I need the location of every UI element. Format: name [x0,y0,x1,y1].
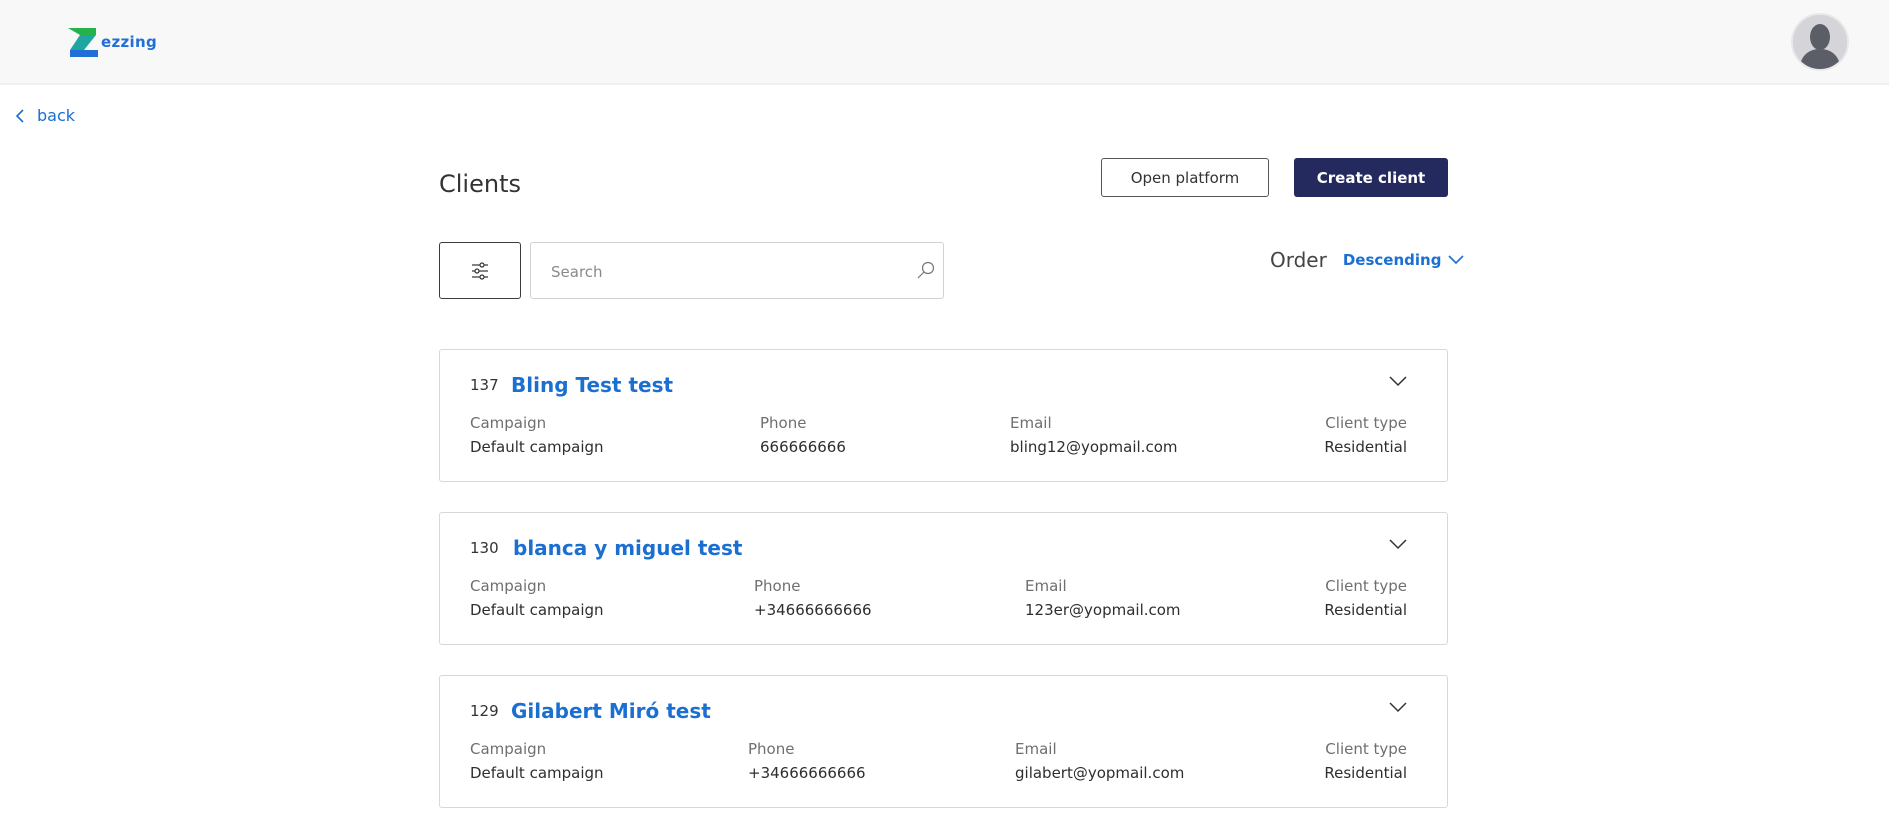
email-label: Email [1025,577,1067,595]
phone-label: Phone [748,740,795,758]
client-type-label: Client type [1325,414,1407,432]
campaign-field: Campaign Default campaign [470,577,604,619]
client-card[interactable]: 129 Gilabert Miró test Campaign Default … [439,675,1448,808]
search-input[interactable] [551,261,891,283]
ezzing-logo[interactable]: ezzing [66,26,157,58]
open-platform-button[interactable]: Open platform [1101,158,1269,197]
order-label: Order [1270,248,1327,272]
email-label: Email [1010,414,1052,432]
ezzing-logo-icon [68,28,98,57]
email-value: gilabert@yopmail.com [1015,764,1185,782]
page-title: Clients [439,170,521,198]
campaign-field: Campaign Default campaign [470,414,604,456]
client-type-field: Client type Residential [1324,577,1407,619]
campaign-value: Default campaign [470,764,604,782]
campaign-label: Campaign [470,577,547,595]
create-client-button[interactable]: Create client [1294,158,1448,197]
user-silhouette-icon [1793,15,1847,69]
client-type-value: Residential [1324,438,1407,456]
search-icon[interactable] [916,260,936,280]
order-dropdown[interactable]: Descending [1343,251,1465,269]
phone-label: Phone [754,577,801,595]
phone-field: Phone +34666666666 [754,577,872,619]
client-card[interactable]: 137 Bling Test test Campaign Default cam… [439,349,1448,482]
client-card[interactable]: 130 blanca y miguel test Campaign Defaul… [439,512,1448,645]
client-id: 130 [470,539,499,557]
phone-value: +34666666666 [754,601,872,619]
order-value: Descending [1342,251,1442,269]
email-field: Email bling12@yopmail.com [1010,414,1178,456]
client-id: 137 [470,376,499,394]
user-avatar[interactable] [1791,13,1849,71]
client-type-label: Client type [1325,740,1407,758]
campaign-field: Campaign Default campaign [470,740,604,782]
client-name[interactable]: Gilabert Miró test [511,699,711,723]
logo-text: ezzing [101,33,157,51]
phone-value: 666666666 [760,438,846,456]
chevron-down-icon[interactable] [1389,539,1407,550]
filter-button[interactable] [439,242,521,299]
email-field: Email gilabert@yopmail.com [1015,740,1184,782]
client-type-field: Client type Residential [1324,740,1407,782]
chevron-down-icon[interactable] [1389,702,1407,713]
phone-field: Phone 666666666 [760,414,846,456]
phone-label: Phone [760,414,807,432]
campaign-label: Campaign [470,414,547,432]
back-link[interactable]: back [15,106,75,125]
search-field[interactable] [530,242,944,299]
email-field: Email 123er@yopmail.com [1025,577,1181,619]
chevron-down-icon[interactable] [1389,376,1407,387]
chevron-left-icon [15,108,24,123]
campaign-value: Default campaign [470,438,604,456]
sliders-icon [472,261,488,280]
client-id: 129 [470,702,499,720]
campaign-label: Campaign [470,740,547,758]
back-label: back [37,106,76,125]
client-type-field: Client type Residential [1324,414,1407,456]
campaign-value: Default campaign [470,601,604,619]
email-value: bling12@yopmail.com [1010,438,1178,456]
client-name[interactable]: Bling Test test [511,373,673,397]
top-bar: ezzing [0,0,1889,85]
email-label: Email [1015,740,1057,758]
phone-value: +34666666666 [748,764,866,782]
client-type-label: Client type [1325,577,1407,595]
phone-field: Phone +34666666666 [748,740,866,782]
client-type-value: Residential [1324,764,1407,782]
chevron-down-icon [1448,255,1465,265]
client-type-value: Residential [1324,601,1407,619]
email-value: 123er@yopmail.com [1025,601,1181,619]
client-name[interactable]: blanca y miguel test [513,536,742,560]
order-control: Order Descending [1270,248,1465,272]
